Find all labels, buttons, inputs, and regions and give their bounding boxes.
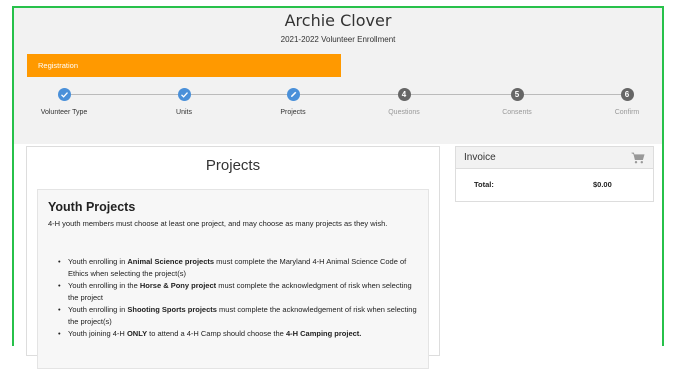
projects-heading: Projects [205,157,261,174]
invoice-header: Invoice [456,147,653,169]
list-item: • Youth enrolling in the Horse & Pony pro… [58,281,412,302]
step-label: Consents [502,109,532,116]
step-confirm[interactable]: 6 Confirm [587,88,667,116]
list-item: • Youth joining 4-H ONLY to attend a 4-H … [58,329,362,338]
list-item: • Youth enrolling in Shooting Sports proj… [58,305,417,326]
step-number: 4 [397,88,411,101]
page-title: Archie Clover [284,11,392,30]
step-projects[interactable]: Projects [253,88,333,116]
invoice-panel: Invoice Total: $0.00 [455,146,654,202]
invoice-total-value: $0.00 [593,180,612,189]
page-subtitle: 2021-2022 Volunteer Enrollment [280,35,396,44]
check-icon [177,88,191,101]
registration-bar: Registration [27,54,341,77]
step-questions[interactable]: 4 Questions [364,88,444,116]
list-item: • Youth enrolling in Animal Science proje… [58,257,407,278]
projects-panel: Projects Youth Projects 4-H youth member… [26,146,440,369]
invoice-title: Invoice [464,152,496,163]
step-label: Projects [280,109,306,116]
invoice-total-label: Total: [474,180,494,189]
step-label: Volunteer Type [40,109,88,116]
app-frame: Archie Clover 2021-2022 Volunteer Enroll… [12,6,667,369]
step-consents[interactable]: 5 Consents [477,88,557,116]
youth-projects-intro: 4-H youth members must choose at least o… [48,219,388,228]
step-number: 6 [620,88,634,101]
step-units[interactable]: Units [144,88,224,116]
step-number: 5 [510,88,524,101]
project-rules-list: • Youth enrolling in Animal Science proje… [58,256,424,340]
step-label: Confirm [614,109,640,116]
step-label: Questions [388,109,420,116]
youth-projects-title: Youth Projects [48,200,136,214]
youth-projects-box: Youth Projects 4-H youth members must ch… [37,189,429,369]
pencil-icon [286,88,300,101]
step-volunteer-type[interactable]: Volunteer Type [24,88,104,116]
check-icon [57,88,71,101]
step-label: Units [176,109,192,116]
cart-icon[interactable] [631,152,645,164]
